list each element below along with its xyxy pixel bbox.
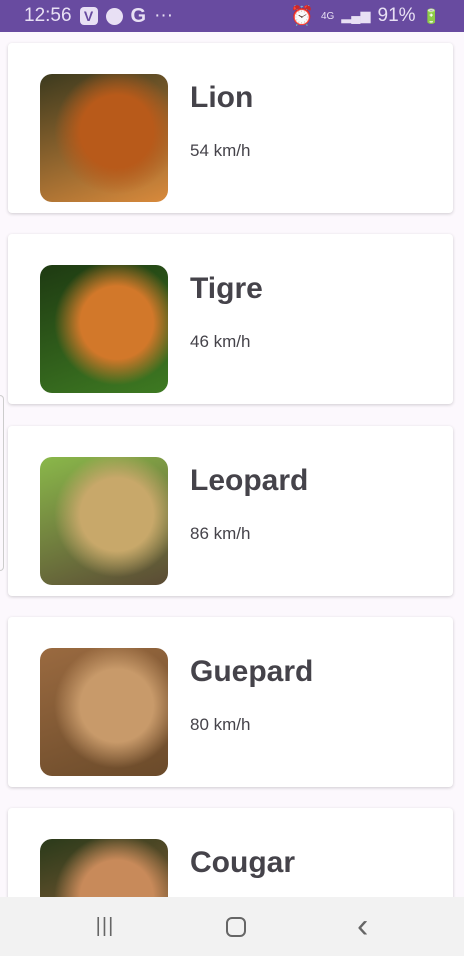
animal-card[interactable]: Leopard 86 km/h <box>8 425 453 596</box>
animal-speed: 46 km/h <box>190 332 251 352</box>
back-button[interactable]: ‹ <box>357 907 368 946</box>
google-icon: G <box>130 4 147 27</box>
animal-name: Leopard <box>190 463 309 497</box>
navigation-bar: ||| ‹ <box>0 897 464 956</box>
animal-name: Guepard <box>190 654 314 688</box>
animal-list[interactable]: Lion 54 km/h Tigre 46 km/h Leopard 86 km… <box>0 32 464 897</box>
animal-card[interactable]: Tigre 46 km/h <box>8 234 453 405</box>
more-notifications-icon: ··· <box>154 5 174 26</box>
home-button[interactable] <box>225 916 246 937</box>
animal-image <box>40 456 168 585</box>
animal-image <box>40 839 168 897</box>
animal-speed: 86 km/h <box>190 523 251 543</box>
alarm-icon: ⏰ <box>290 6 314 27</box>
animal-card[interactable]: Lion 54 km/h <box>8 43 453 213</box>
animal-speed: 80 km/h <box>190 714 251 734</box>
battery-text: 91% <box>377 5 416 26</box>
animal-name: Cougar <box>190 846 295 880</box>
animal-card[interactable]: Cougar <box>8 808 453 897</box>
edge-panel-handle[interactable] <box>0 395 4 571</box>
animal-name: Tigre <box>190 272 263 306</box>
animal-card[interactable]: Guepard 80 km/h <box>8 616 453 787</box>
animal-image <box>40 74 168 202</box>
messenger-icon <box>105 7 123 25</box>
clock: 12:56 <box>24 5 72 26</box>
network-icon: 4G <box>320 10 335 22</box>
viber-icon: V <box>79 7 98 25</box>
battery-charging-icon: 🔋 <box>422 7 440 24</box>
recents-button[interactable]: ||| <box>96 915 115 938</box>
signal-icon: ▂▄▆ <box>341 8 371 23</box>
status-bar: 12:56 V G ··· ⏰ 4G ▂▄▆ 91% 🔋 <box>0 0 464 32</box>
animal-speed: 54 km/h <box>190 141 251 160</box>
animal-name: Lion <box>190 81 254 114</box>
animal-image <box>40 265 168 394</box>
animal-image <box>40 647 168 776</box>
